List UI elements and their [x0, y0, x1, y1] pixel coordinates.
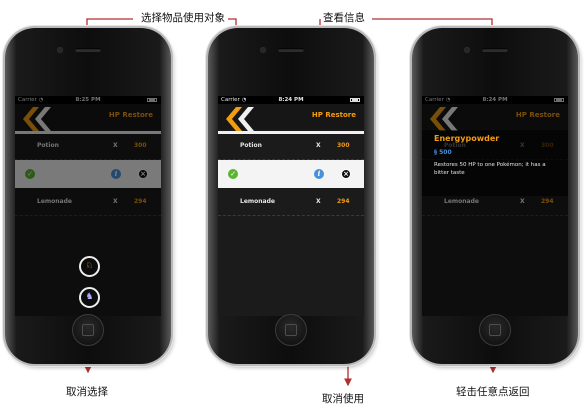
item-row-potion[interactable]: Potion X 300 — [218, 132, 364, 160]
item-qty: 300 — [337, 142, 350, 149]
screen-title: HP Restore — [311, 111, 356, 119]
item-name: Potion — [240, 142, 262, 149]
camera — [57, 47, 63, 53]
info-item-description: Restores 50 HP to one Pokémon; it has a … — [434, 162, 546, 176]
label-select-target: 选择物品使用对象 — [141, 12, 225, 24]
home-button[interactable] — [72, 314, 104, 346]
label-tap-to-return: 轻击任意点返回 — [456, 386, 530, 398]
speaker — [278, 48, 304, 52]
item-row-selected[interactable]: ✓ i × — [218, 160, 364, 188]
phone-screen: Carrier ◔ 8:25 PM HP Restore Potion X 30… — [15, 96, 161, 316]
camera — [464, 47, 470, 53]
speaker — [482, 48, 508, 52]
item-x: X — [316, 142, 321, 149]
item-x: X — [316, 198, 321, 205]
check-icon[interactable]: ✓ — [228, 169, 238, 179]
phone-cancel-select: Carrier ◔ 8:25 PM HP Restore Potion X 30… — [5, 28, 171, 364]
info-icon[interactable]: i — [314, 169, 324, 179]
pokemon-icon[interactable]: ♞ — [79, 287, 100, 308]
close-icon[interactable]: × — [341, 169, 351, 179]
item-info-card[interactable]: Energypowder § 500 Restores 50 HP to one… — [422, 130, 568, 196]
pokemon-icon[interactable]: ♘ — [79, 256, 100, 277]
battery-icon — [350, 98, 360, 102]
label-cancel-use: 取消使用 — [322, 393, 364, 405]
phone-item-list: Carrier ◔ 8:24 PM HP Restore Potion X 30… — [208, 28, 374, 364]
phone-item-info: Carrier ◔ 8:24 PM HP Restore Potion X 30… — [412, 28, 578, 364]
phone-screen[interactable]: Carrier ◔ 8:24 PM HP Restore Potion X 30… — [422, 96, 568, 316]
home-button[interactable] — [275, 314, 307, 346]
camera — [260, 47, 266, 53]
label-cancel-select: 取消选择 — [66, 386, 108, 398]
item-qty: 294 — [337, 198, 350, 205]
status-bar: Carrier ◔ 8:24 PM — [218, 96, 364, 104]
dim-overlay[interactable] — [422, 96, 568, 316]
info-item-name: Energypowder — [434, 134, 500, 143]
item-row-lemonade[interactable]: Lemonade X 294 — [218, 188, 364, 216]
item-name: Lemonade — [240, 198, 275, 205]
nav-bar: HP Restore — [218, 104, 364, 134]
dim-overlay — [15, 96, 161, 316]
label-view-info: 查看信息 — [323, 12, 365, 24]
speaker — [75, 48, 101, 52]
home-button[interactable] — [479, 314, 511, 346]
info-item-price: § 500 — [434, 149, 452, 156]
clock: 8:24 PM — [278, 97, 304, 103]
phone-screen: Carrier ◔ 8:24 PM HP Restore Potion X 30… — [218, 96, 364, 316]
figure-canvas: 选择物品使用对象 查看信息 取消选择 取消使用 轻击任意点返回 Carrier … — [0, 0, 584, 410]
